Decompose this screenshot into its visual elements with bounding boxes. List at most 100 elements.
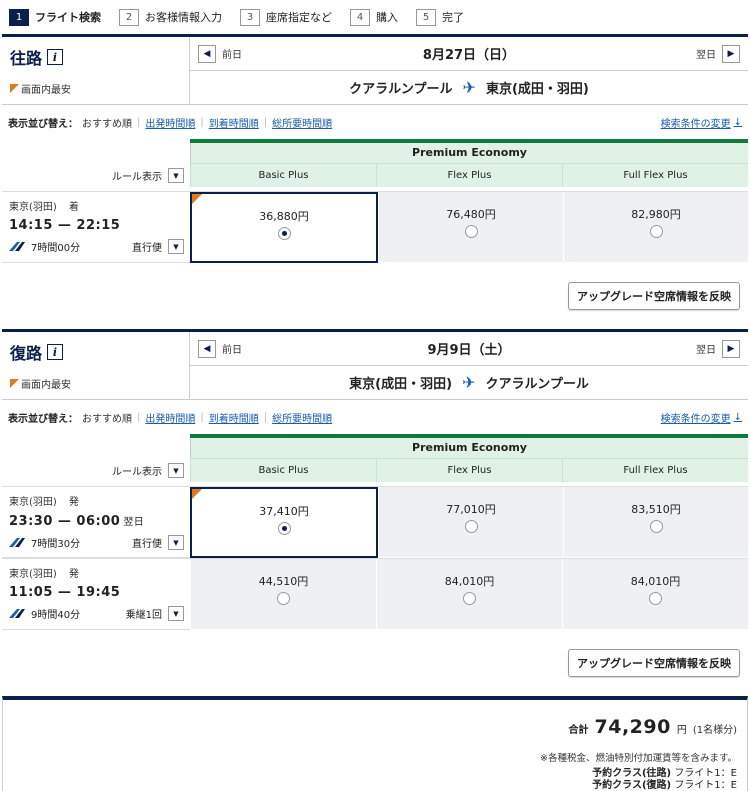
fare-radio[interactable] [277, 522, 291, 535]
sort-bar: 表示並び替え： おすすめ順 | 出発時間順 | 到着時間順 | 総所要時間順 検… [2, 105, 748, 139]
plane-icon: ✈ [462, 373, 476, 392]
fare-option[interactable]: 77,010円 [378, 487, 563, 558]
fare-option[interactable]: 84,010円 [376, 559, 562, 630]
prev-day-label: 前日 [222, 50, 242, 61]
divider: | [137, 116, 141, 128]
fare-cells: 37,410円 77,010円 83,510円 [190, 487, 748, 558]
fare-radio[interactable] [277, 592, 290, 605]
fare-option[interactable]: 44,510円 [190, 559, 376, 630]
fare-radio[interactable] [464, 225, 478, 238]
flight-time-range: 14:15 — 22:15 [9, 218, 121, 233]
cabin-title: Premium Economy [190, 143, 748, 163]
info-icon[interactable]: i [47, 344, 64, 360]
sort-recommended: おすすめ順 [82, 118, 132, 130]
info-icon[interactable]: i [47, 49, 64, 65]
flight-duration: 7時間30分 [31, 539, 81, 550]
flight-info: 東京(羽田) 発 11:05 — 19:45 9時間40分 乗継1回 ▼ [2, 559, 190, 630]
next-day-label: 翌日 [695, 50, 716, 61]
chevron-down-icon[interactable]: ▼ [168, 535, 184, 550]
fare-radio[interactable] [649, 592, 662, 605]
sort-label: 表示並び替え： [8, 413, 78, 425]
chevron-down-icon[interactable]: ▼ [168, 606, 184, 621]
flight-duration: 7時間00分 [31, 243, 81, 254]
sort-bar: 表示並び替え： おすすめ順 | 出発時間順 | 到着時間順 | 総所要時間順 検… [2, 400, 748, 434]
fare-radio[interactable] [463, 592, 476, 605]
prev-day-button[interactable]: ◀ 前日 [198, 44, 242, 63]
segment-title: 往路 i [10, 45, 181, 69]
flight-meta: 7時間00分 直行便 ▼ [9, 239, 184, 254]
fare-type-basic-plus: Basic Plus [190, 459, 376, 482]
flight-time: 11:05 — 19:45 [9, 585, 184, 600]
route-origin: 東京(成田・羽田) [349, 377, 453, 392]
next-day-button[interactable]: 翌日 ▶ [695, 44, 740, 63]
fare-option[interactable]: 76,480円 [378, 192, 563, 263]
travel-date: 8月27日（日） [422, 48, 516, 63]
flight-time-range: 11:05 — 19:45 [9, 585, 121, 600]
sort-departure-link[interactable]: 出発時間順 [145, 410, 195, 425]
date-bar: ◀ 前日 9月9日（土） 翌日 ▶ [190, 332, 748, 366]
sort-duration-link[interactable]: 総所要時間順 [272, 410, 332, 425]
booking-class-outbound-label: 予約クラス(往路) [592, 768, 672, 779]
step-4: 4 購入 [350, 8, 398, 26]
chevron-right-icon: ▶ [722, 339, 740, 358]
next-day-button[interactable]: 翌日 ▶ [696, 339, 740, 358]
change-conditions-label: 検索条件の変更 [660, 413, 731, 425]
chevron-left-icon: ◀ [198, 339, 216, 358]
fare-radio[interactable] [464, 520, 478, 533]
fare-option[interactable]: 83,510円 [563, 487, 748, 558]
chevron-down-icon: ▼ [168, 463, 184, 478]
plane-icon: ✈ [462, 78, 476, 97]
flight-direction-tag: 発 [68, 497, 79, 508]
rule-display-toggle[interactable]: ルール表示 ▼ [2, 434, 190, 486]
prev-day-button[interactable]: ◀ 前日 [198, 339, 242, 358]
flight-info: 東京(羽田) 発 23:30 — 06:00 翌日 7時間30分 直行便 ▼ [2, 487, 190, 558]
fare-type-flex-plus: Flex Plus [376, 459, 562, 482]
cabin-title: Premium Economy [190, 438, 748, 458]
segment-header: 復路 i 画面内最安 ◀ 前日 9月9日（土） 翌日 ▶ 東京(成田・羽田) ✈… [2, 332, 748, 400]
fare-option[interactable]: 82,980円 [563, 192, 748, 263]
fare-grid-header: Premium Economy Basic Plus Flex Plus Ful… [190, 139, 748, 191]
currency-unit: 円 [676, 725, 687, 736]
flight-airport-line: 東京(羽田) 発 [9, 493, 184, 508]
fare-table-left: ルール表示 ▼ [2, 434, 190, 486]
sort-arrival-link[interactable]: 到着時間順 [209, 115, 259, 130]
fare-option[interactable]: 36,880円 [190, 192, 378, 263]
flight-duration: 9時間40分 [31, 610, 81, 621]
step-label: 座席指定など [266, 11, 332, 24]
route-origin: クアラルンプール [349, 82, 453, 97]
airline-logo-icon [9, 242, 25, 251]
fare-radio[interactable] [277, 227, 291, 240]
fare-option[interactable]: 37,410円 [190, 487, 378, 558]
fare-type-headers: Basic Plus Flex Plus Full Flex Plus [190, 163, 748, 187]
step-3: 3 座席指定など [240, 8, 332, 26]
step-number: 1 [9, 8, 29, 26]
chevron-down-icon[interactable]: ▼ [168, 239, 184, 254]
fare-radio[interactable] [649, 520, 663, 533]
sort-departure-link[interactable]: 出発時間順 [145, 115, 195, 130]
booking-class-return-value: フライト1：E [674, 780, 737, 791]
fare-type-flex-plus: Flex Plus [376, 164, 562, 187]
flight-direction-tag: 着 [68, 202, 79, 213]
chevron-down-icon: ▼ [168, 168, 184, 183]
total-amount: 74,290 [594, 716, 671, 738]
sort-duration-link[interactable]: 総所要時間順 [272, 115, 332, 130]
prev-day-label: 前日 [222, 345, 242, 356]
change-conditions-link[interactable]: 検索条件の変更 ↓ [661, 410, 742, 425]
fare-option[interactable]: 84,010円 [562, 559, 748, 630]
fare-price: 77,010円 [446, 503, 496, 516]
price-summary: 合計 74,290 円 (1名様分) ※各種税金、燃油特別付加運賃等を含みます。… [2, 696, 748, 791]
segment-title-area: 復路 i 画面内最安 [2, 332, 190, 399]
total-line: 合計 74,290 円 (1名様分) [3, 716, 738, 738]
fare-radio[interactable] [649, 225, 663, 238]
sort-label: 表示並び替え： [8, 118, 78, 130]
sort-arrival-link[interactable]: 到着時間順 [209, 410, 259, 425]
upgrade-seat-info-button[interactable]: アップグレード空席情報を反映 [568, 649, 740, 677]
rule-display-toggle[interactable]: ルール表示 ▼ [2, 139, 190, 191]
fare-cells: 44,510円 84,010円 84,010円 [190, 559, 748, 630]
route: 東京(成田・羽田) ✈ クアラルンプール [190, 366, 748, 399]
change-conditions-link[interactable]: 検索条件の変更 ↓ [661, 115, 742, 130]
upgrade-seat-info-button[interactable]: アップグレード空席情報を反映 [568, 282, 740, 310]
tax-note: ※各種税金、燃油特別付加運賃等を含みます。 [539, 753, 737, 764]
upgrade-area: アップグレード空席情報を反映 [2, 630, 748, 696]
step-2: 2 お客様情報入力 [119, 8, 222, 26]
